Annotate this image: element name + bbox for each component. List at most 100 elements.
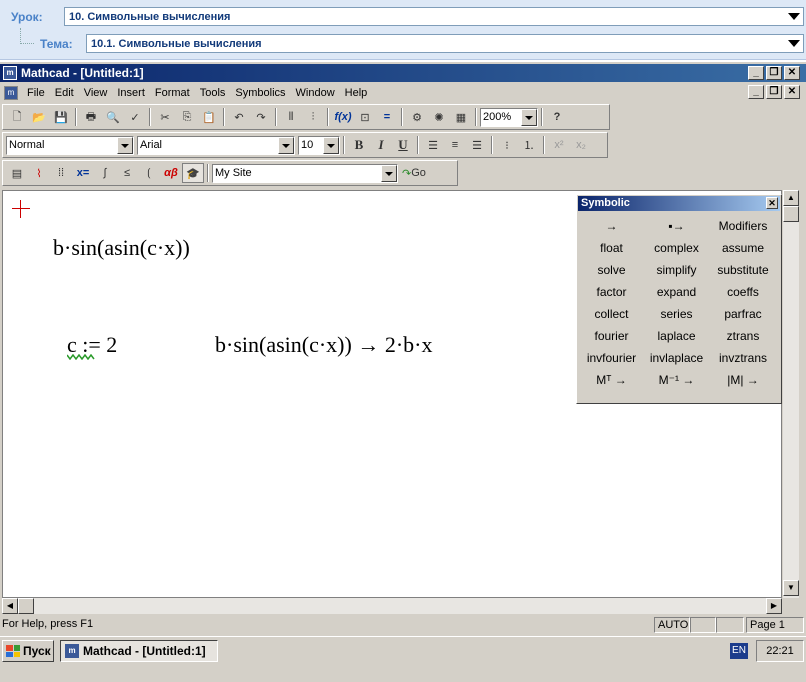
vertical-scrollbar[interactable]: ▲ ▼ — [782, 190, 799, 598]
palette-item-float[interactable]: float — [579, 237, 644, 259]
palette-item-laplace[interactable]: laplace — [644, 325, 709, 347]
subscript-icon[interactable]: x₂ — [570, 135, 592, 155]
close-button[interactable]: ✕ — [784, 66, 800, 80]
restore-button[interactable]: ❐ — [766, 66, 782, 80]
align-left-icon[interactable]: ☰ — [422, 135, 444, 155]
component-icon[interactable]: ⚙ — [406, 107, 428, 127]
horizontal-scroll-thumb[interactable] — [18, 598, 34, 614]
undo-icon[interactable]: ↶ — [228, 107, 250, 127]
bold-button[interactable]: B — [348, 135, 370, 155]
align-center-icon[interactable]: ≡ — [444, 135, 466, 155]
language-indicator[interactable]: EN — [730, 643, 748, 659]
palette-item-invfourier[interactable]: invfourier — [579, 347, 644, 369]
menu-edit[interactable]: Edit — [50, 87, 79, 99]
palette-item-arrow[interactable]: → — [579, 215, 644, 237]
calculus-icon[interactable]: ∫ — [94, 163, 116, 183]
taskbar-mathcad-button[interactable]: m Mathcad - [Untitled:1] — [60, 640, 218, 662]
menu-view[interactable]: View — [79, 87, 113, 99]
font-size-select[interactable]: 10 — [298, 135, 340, 155]
italic-button[interactable]: I — [370, 135, 392, 155]
calculate-icon[interactable]: = — [376, 107, 398, 127]
style-select[interactable]: Normal — [6, 135, 134, 155]
chevron-down-icon[interactable] — [117, 136, 133, 154]
symbolic-icon[interactable]: 🎓 — [182, 163, 204, 183]
align-right-icon[interactable]: ☰ — [466, 135, 488, 155]
palette-item-invlaplace[interactable]: invlaplace — [644, 347, 709, 369]
scroll-up-button[interactable]: ▲ — [783, 190, 799, 206]
palette-close-button[interactable]: ✕ — [766, 197, 778, 209]
open-icon[interactable]: 📂 — [28, 107, 50, 127]
matrix-icon[interactable]: ⁞⁞ — [50, 163, 72, 183]
insert-table-icon[interactable]: ▦ — [450, 107, 472, 127]
programming-icon[interactable]: ⟮ — [138, 163, 160, 183]
menu-insert[interactable]: Insert — [112, 87, 150, 99]
resources-icon[interactable]: ✺ — [428, 107, 450, 127]
help-icon[interactable]: ? — [546, 107, 568, 127]
doc-minimize-button[interactable]: _ — [748, 85, 764, 99]
chevron-down-icon[interactable] — [278, 136, 294, 154]
doc-restore-button[interactable]: ❐ — [766, 85, 782, 99]
cut-icon[interactable]: ✂ — [154, 107, 176, 127]
minimize-button[interactable]: _ — [748, 66, 764, 80]
print-preview-icon[interactable]: 🔍 — [102, 107, 124, 127]
copy-icon[interactable]: ⎘ — [176, 107, 198, 127]
palette-item-inverse[interactable]: M⁻¹ → — [644, 369, 709, 391]
palette-item-parfrac[interactable]: parfrac — [709, 303, 777, 325]
menu-tools[interactable]: Tools — [195, 87, 231, 99]
expression-2[interactable]: b·sin(asin(c·x)) → 2·b·x — [215, 332, 433, 358]
evaluation-icon[interactable]: x= — [72, 163, 94, 183]
palette-item-determinant[interactable]: |M| → — [709, 369, 777, 391]
zoom-select[interactable]: 200% — [480, 107, 538, 127]
underline-button[interactable]: U — [392, 135, 414, 155]
horizontal-scrollbar[interactable]: ◀ ▶ — [2, 598, 782, 614]
redo-icon[interactable]: ↷ — [250, 107, 272, 127]
numbered-list-icon[interactable]: ⒈ — [518, 135, 540, 155]
palette-item-expand[interactable]: expand — [644, 281, 709, 303]
bullet-list-icon[interactable]: ⁝ — [496, 135, 518, 155]
palette-item-ztrans[interactable]: ztrans — [709, 325, 777, 347]
palette-item-coeffs[interactable]: coeffs — [709, 281, 777, 303]
palette-item-assume[interactable]: assume — [709, 237, 777, 259]
menu-format[interactable]: Format — [150, 87, 195, 99]
document-icon[interactable]: m — [4, 85, 18, 100]
doc-close-button[interactable]: ✕ — [784, 85, 800, 99]
save-icon[interactable]: 💾 — [50, 107, 72, 127]
new-icon[interactable]: 🗋 — [6, 107, 28, 127]
palette-item-factor[interactable]: factor — [579, 281, 644, 303]
palette-item-transpose[interactable]: Mᵀ → — [579, 369, 644, 391]
menu-help[interactable]: Help — [340, 87, 373, 99]
menu-symbolics[interactable]: Symbolics — [230, 87, 290, 99]
vertical-scroll-thumb[interactable] — [783, 206, 799, 222]
start-button[interactable]: Пуск — [2, 640, 54, 662]
graph-icon[interactable]: ⌇ — [28, 163, 50, 183]
font-select[interactable]: Arial — [137, 135, 295, 155]
palette-item-fourier[interactable]: fourier — [579, 325, 644, 347]
palette-item-complex[interactable]: complex — [644, 237, 709, 259]
palette-item-simplify[interactable]: simplify — [644, 259, 709, 281]
boolean-icon[interactable]: ≤ — [116, 163, 138, 183]
menu-window[interactable]: Window — [291, 87, 340, 99]
go-button[interactable]: ↷ Go — [398, 163, 430, 183]
chevron-down-icon[interactable] — [521, 108, 537, 126]
greek-icon[interactable]: αβ — [160, 163, 182, 183]
palette-item-substitute[interactable]: substitute — [709, 259, 777, 281]
palette-item-keyword-arrow[interactable]: ▪→ — [644, 215, 709, 237]
align-down-icon[interactable]: ⫶ — [302, 107, 324, 127]
calculator-icon[interactable]: ▤ — [6, 163, 28, 183]
insert-function-icon[interactable]: f(x) — [332, 107, 354, 127]
chevron-down-icon[interactable] — [381, 164, 397, 182]
lesson-select[interactable]: 10. Символьные вычисления — [64, 7, 804, 26]
palette-title-bar[interactable]: Symbolic ✕ — [578, 196, 780, 211]
palette-item-invztrans[interactable]: invztrans — [709, 347, 777, 369]
worksheet[interactable]: b·sin(asin(c·x)) c := 2 b·sin(asin(c·x))… — [2, 190, 782, 598]
spellcheck-icon[interactable]: ✓ — [124, 107, 146, 127]
scroll-right-button[interactable]: ▶ — [766, 598, 782, 614]
menu-file[interactable]: File — [22, 87, 50, 99]
align-across-icon[interactable]: ⫴ — [280, 107, 302, 127]
scroll-down-button[interactable]: ▼ — [783, 580, 799, 596]
superscript-icon[interactable]: x² — [548, 135, 570, 155]
expression-1[interactable]: b·sin(asin(c·x)) — [53, 235, 190, 261]
palette-item-series[interactable]: series — [644, 303, 709, 325]
print-icon[interactable]: 🖶 — [80, 107, 102, 127]
paste-icon[interactable]: 📋 — [198, 107, 220, 127]
